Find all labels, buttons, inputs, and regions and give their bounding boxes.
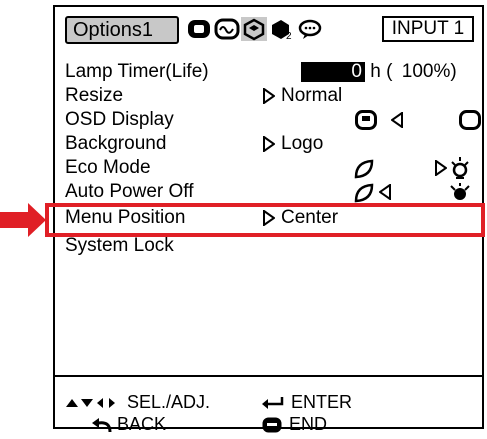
right-arrow-icon [435,160,447,176]
leaf-icon[interactable] [353,158,375,180]
menu-item-lamp-timer: Lamp Timer(Life) 0 h ( 100%) [65,60,480,84]
picture-tab-icon[interactable] [186,17,212,41]
menu-item-label: Background [65,133,167,154]
menu-button-icon [262,417,282,433]
lamp-percent: 100%) [401,61,457,82]
menu-item-label: OSD Display [65,109,174,130]
osd-on-icon[interactable] [355,110,377,130]
resize-value[interactable]: Normal [263,84,342,108]
svg-text:2: 2 [286,31,292,41]
enter-label: ENTER [291,392,353,412]
menu-item-resize[interactable]: Resize Normal [65,84,480,108]
tab-options1[interactable]: Options1 [65,16,179,44]
background-value-text: Logo [281,133,324,154]
back-label: BACK [117,414,167,434]
end-hint: END [261,413,327,435]
selection-highlight [45,203,485,237]
options2-tab-icon[interactable]: 2 [269,17,295,41]
resize-value-text: Normal [281,85,343,106]
enter-hint: ENTER [261,391,352,413]
menu-item-system-lock[interactable]: System Lock [65,234,480,258]
options1-tab-icon[interactable] [241,17,267,41]
right-arrow-icon [263,87,275,104]
end-label: END [289,414,328,434]
lamp-timer-value: 0 h ( 100%) [301,60,457,84]
lamp-hours-value: 0 [301,61,365,82]
menu-item-osd-display[interactable]: OSD Display [65,108,481,132]
menu-item-eco-mode[interactable]: Eco Mode [65,156,480,180]
menu-item-label: Lamp Timer(Life) [65,61,209,82]
direction-arrows-icon [66,398,115,409]
osd-off-icon[interactable] [459,110,481,130]
back-arrow-icon [92,418,112,433]
sel-adj-label: SEL./ADJ. [127,392,211,412]
lamp-dim-icon[interactable] [449,182,471,204]
menu-item-label: Eco Mode [65,157,151,178]
enter-icon [262,397,284,410]
menu-item-label: Resize [65,85,124,106]
language-tab-icon[interactable] [297,17,323,41]
sel-adj-hint: SEL./ADJ. [65,391,210,413]
right-arrow-icon [263,135,275,152]
background-value[interactable]: Logo [263,132,323,156]
left-arrow-icon [391,112,403,128]
menu-item-background[interactable]: Background Logo [65,132,480,156]
leaf-icon[interactable] [353,182,375,204]
pointer-arrow-icon [0,203,46,237]
menu-item-label: Auto Power Off [65,181,194,202]
left-arrow-icon [379,184,391,200]
menu-item-label: System Lock [65,235,174,256]
footer-divider [55,375,482,377]
input-indicator: INPUT 1 [382,16,474,42]
signal-tab-icon[interactable] [214,17,240,41]
menu-item-auto-power-off[interactable]: Auto Power Off [65,180,480,204]
back-hint: BACK [91,413,166,435]
tab-bar: Options1 2 INPUT 1 [55,7,482,47]
lamp-bright-icon[interactable] [449,156,471,180]
lamp-hours-unit: h ( [370,61,393,82]
